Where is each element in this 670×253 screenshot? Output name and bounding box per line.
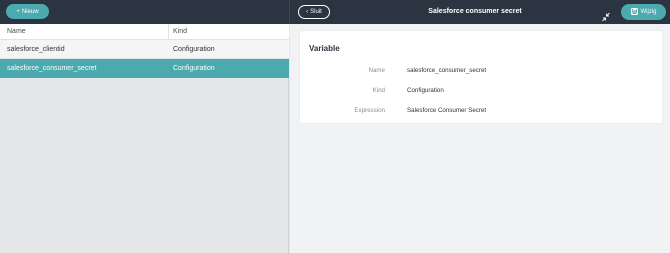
new-button-label: Nieuw [21,8,39,15]
field-label-name: Name [368,67,385,74]
row-name-cell: salesforce_clientid [7,46,65,53]
variable-card: Variable Name salesforce_consumer_secret… [300,31,662,123]
chevron-left-icon: ‹ [306,9,309,15]
column-separator [168,24,169,40]
field-value-expression: Salesforce Consumer Secret [407,107,487,114]
collapse-icon[interactable] [602,8,610,22]
new-button[interactable]: + Nieuw [6,4,49,19]
row-kind-cell: Configuration [173,65,215,72]
field-label-expression: Expression [354,107,385,114]
card-heading: Variable [309,44,340,53]
edit-button[interactable]: Wijzig [621,4,666,20]
column-header-name[interactable]: Name [7,24,26,40]
table-row-selected[interactable]: salesforce_consumer_secret Configuration [0,59,289,78]
variables-list-panel: Name Kind salesforce_clientid Configurat… [0,24,289,253]
top-bar-divider [289,0,290,24]
close-button-label: Sluit [310,9,322,15]
close-button[interactable]: ‹ Sluit [298,5,330,19]
field-value-kind: Configuration [407,87,444,94]
detail-panel: Variable Name salesforce_consumer_secret… [290,24,670,253]
row-kind-cell: Configuration [173,46,215,53]
table-header: Name Kind [0,24,289,40]
field-value-name: salesforce_consumer_secret [407,67,487,74]
field-label-kind: Kind [372,87,385,94]
plus-icon: + [16,8,20,15]
column-header-kind[interactable]: Kind [173,24,187,40]
save-icon [630,7,638,17]
edit-button-label: Wijzig [640,9,657,15]
top-bar: + Nieuw ‹ Sluit Salesforce consumer secr… [0,0,670,24]
table-row[interactable]: salesforce_clientid Configuration [0,40,289,59]
row-name-cell: salesforce_consumer_secret [7,65,97,72]
detail-title: Salesforce consumer secret [428,8,522,15]
